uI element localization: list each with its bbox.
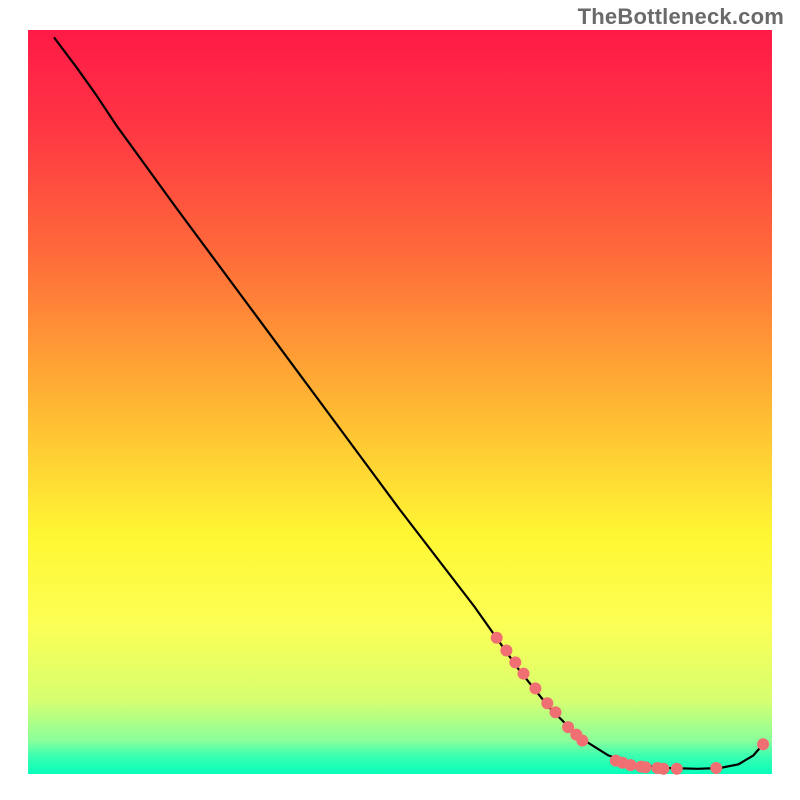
marker	[529, 682, 541, 694]
marker	[671, 763, 683, 775]
marker	[640, 761, 652, 773]
marker	[710, 762, 722, 774]
chart-container: TheBottleneck.com	[0, 0, 800, 800]
marker	[518, 668, 530, 680]
marker	[500, 645, 512, 657]
marker	[757, 738, 769, 750]
marker	[576, 735, 588, 747]
marker	[625, 759, 637, 771]
marker	[550, 706, 562, 718]
marker	[491, 632, 503, 644]
marker	[509, 656, 521, 668]
marker	[657, 763, 669, 775]
marker	[541, 697, 553, 709]
watermark: TheBottleneck.com	[578, 4, 784, 30]
chart-background	[28, 30, 772, 774]
bottleneck-chart	[0, 0, 800, 800]
